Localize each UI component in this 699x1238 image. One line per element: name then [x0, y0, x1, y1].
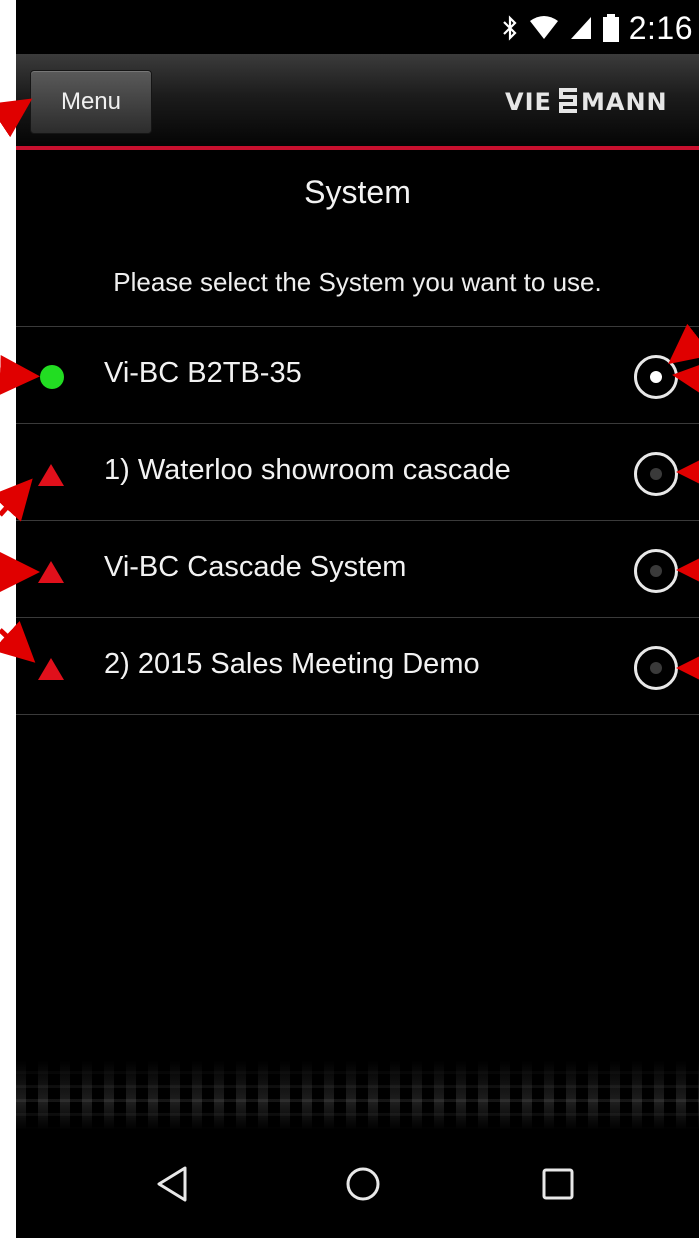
bluetooth-icon — [502, 15, 517, 41]
system-list: Vi-BC B2TB-35 1) Waterloo showroom casca… — [16, 326, 699, 715]
status-warning-icon — [38, 561, 64, 583]
status-warning-icon — [38, 464, 64, 486]
page-subtitle: Please select the System you want to use… — [113, 267, 602, 297]
system-row[interactable]: 2) 2015 Sales Meeting Demo — [16, 617, 699, 715]
status-online-icon — [40, 365, 64, 389]
recents-icon[interactable] — [538, 1164, 578, 1204]
system-label: Vi-BC B2TB-35 — [104, 357, 302, 389]
android-nav-bar — [16, 1140, 699, 1238]
system-radio[interactable] — [634, 646, 678, 690]
viessmann-logo: VIE MANN — [505, 84, 685, 124]
back-icon[interactable] — [154, 1164, 190, 1204]
home-icon[interactable] — [343, 1164, 383, 1204]
status-bar: 2:16 — [16, 0, 699, 54]
svg-text:MANN: MANN — [581, 88, 668, 116]
menu-button[interactable]: Menu — [30, 70, 152, 134]
app-header: Menu VIE MANN — [16, 54, 699, 150]
system-row[interactable]: 1) Waterloo showroom cascade — [16, 423, 699, 520]
status-time: 2:16 — [628, 9, 693, 46]
system-row[interactable]: Vi-BC Cascade System — [16, 520, 699, 617]
system-radio[interactable] — [634, 549, 678, 593]
system-row[interactable]: Vi-BC B2TB-35 — [16, 326, 699, 423]
svg-text:VIE: VIE — [505, 88, 552, 116]
phone-screen: 2:16 Menu VIE MANN System Please select … — [16, 0, 699, 1238]
status-warning-icon — [38, 658, 64, 680]
page-title: System — [304, 174, 411, 210]
floor-texture — [16, 1060, 699, 1130]
system-label: Vi-BC Cascade System — [104, 551, 407, 583]
battery-icon — [602, 14, 619, 42]
system-label: 2) 2015 Sales Meeting Demo — [104, 648, 480, 680]
wifi-icon — [529, 16, 558, 39]
system-radio[interactable] — [634, 355, 678, 399]
system-radio[interactable] — [634, 452, 678, 496]
system-label: 1) Waterloo showroom cascade — [104, 454, 511, 486]
signal-icon — [570, 17, 591, 39]
